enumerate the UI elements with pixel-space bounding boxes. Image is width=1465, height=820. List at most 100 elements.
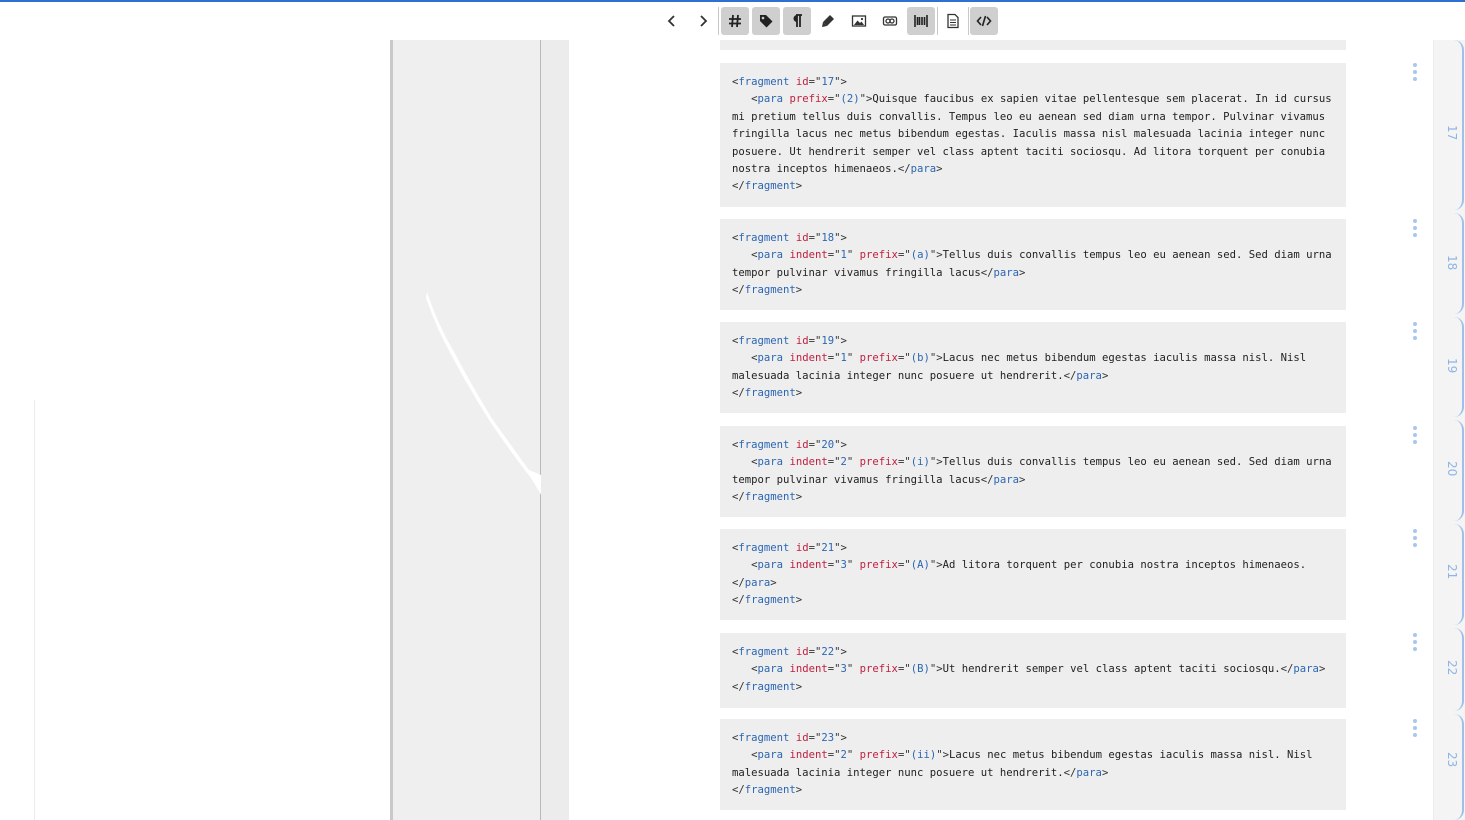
paragraph-text: Lacus nec metus bibendum egestas iaculis… [942, 352, 1307, 365]
bracket: =" [827, 456, 841, 469]
menu-dot [1413, 536, 1417, 540]
toolbar-separator [937, 7, 938, 35]
bracket: > [795, 680, 803, 693]
bracket: =" [808, 732, 822, 744]
image-button[interactable] [845, 7, 873, 35]
gutter-number: 19 [1445, 358, 1459, 374]
kebab-menu-icon[interactable] [1411, 322, 1419, 340]
tag-button[interactable] [752, 7, 780, 35]
fragment-block[interactable]: <fragment id="20"> <para indent="2" pref… [720, 426, 1346, 517]
bracket: " [846, 559, 854, 572]
document-button[interactable] [939, 7, 967, 35]
tag-name: para [1076, 369, 1102, 382]
pilcrow-icon [793, 14, 802, 27]
paragraph-text: malesuada lacinia integer nunc posuere u… [732, 766, 1064, 779]
fragment-id: 21 [821, 542, 835, 554]
barcode-button[interactable] [907, 7, 935, 35]
fragment-block[interactable]: <fragment id="17"> <para prefix="(2)">Qu… [720, 63, 1346, 207]
attribute-name: prefix [859, 749, 898, 762]
kebab-menu-icon[interactable] [1411, 719, 1419, 737]
bracket: > [770, 576, 777, 589]
annotation-stroke [426, 292, 541, 495]
tag-icon [760, 15, 773, 28]
attribute-name: indent [789, 749, 828, 762]
tag-name: fragment [744, 680, 796, 693]
bracket: =" [897, 249, 911, 262]
code-view-button[interactable] [970, 7, 998, 35]
paragraph-text: Quisque faucibus ex sapien vitae pellent… [872, 93, 1332, 106]
toolbar [0, 2, 1465, 40]
kebab-menu-icon[interactable] [1411, 633, 1419, 651]
bracket: > [1318, 663, 1326, 676]
fragment-block[interactable]: <fragment id="18"> <para indent="1" pref… [720, 219, 1346, 310]
attribute-name: indent [789, 663, 828, 676]
next-button[interactable] [689, 7, 717, 35]
paragraph-text: Lacus nec metus bibendum egestas iaculis… [948, 749, 1313, 762]
fragment-block[interactable]: <fragment id="19"> <para indent="1" pref… [720, 322, 1346, 413]
bracket: "> [834, 335, 847, 347]
menu-dot [1413, 77, 1417, 81]
bracket: "> [834, 232, 847, 244]
kebab-menu-icon[interactable] [1411, 219, 1419, 237]
tag-name: para [1076, 766, 1102, 779]
bracket: "> [834, 646, 847, 658]
fragment-id: 18 [821, 232, 835, 244]
bracket: </ [732, 491, 745, 504]
tag-name: fragment [738, 646, 790, 658]
bracket: =" [897, 456, 911, 469]
fragment-block[interactable]: <fragment id="21"> <para indent="3" pref… [720, 529, 1346, 620]
attribute-name: prefix [859, 249, 898, 262]
prefix-value: (a) [910, 249, 930, 262]
fragment-id: 20 [821, 439, 835, 451]
bracket: " [846, 749, 854, 762]
fragment-id: 23 [821, 732, 835, 744]
bracket: "> [834, 439, 847, 451]
attribute-name: id [795, 732, 809, 744]
bracket: </ [732, 387, 745, 400]
prev-button[interactable] [658, 7, 686, 35]
attribute-name: id [795, 232, 809, 244]
fragment-block[interactable]: <fragment id="23"> <para indent="2" pref… [720, 719, 1346, 810]
bracket: </ [1063, 766, 1077, 779]
menu-dot [1413, 233, 1417, 237]
bracket: =" [808, 542, 822, 554]
bracket: "> [834, 542, 847, 554]
bracket: " [846, 249, 854, 262]
menu-dot [1413, 226, 1417, 230]
gutter-number: 21 [1445, 564, 1459, 580]
bracket: =" [808, 335, 822, 347]
kebab-menu-icon[interactable] [1411, 529, 1419, 547]
kebab-menu-icon[interactable] [1411, 63, 1419, 81]
toolbar-separator [718, 7, 719, 35]
prefix-value: (b) [910, 352, 930, 365]
bracket: </ [732, 784, 745, 797]
pilcrow-button[interactable] [783, 7, 811, 35]
link-button[interactable] [876, 7, 904, 35]
bracket: =" [827, 352, 841, 365]
hash-button[interactable] [721, 7, 749, 35]
tag-name: fragment [738, 335, 790, 347]
attribute-name: indent [789, 352, 828, 365]
menu-dot [1413, 633, 1417, 637]
attribute-name: id [795, 76, 809, 88]
bracket: "> [859, 93, 873, 106]
bracket: > [795, 491, 803, 504]
tag-name: para [993, 266, 1020, 279]
marker-button[interactable] [814, 7, 842, 35]
page-thumbnail-panel [390, 40, 541, 820]
menu-dot [1413, 70, 1417, 74]
menu-dot [1413, 647, 1417, 651]
document-icon [947, 13, 959, 29]
attribute-name: id [795, 439, 809, 451]
menu-dot [1413, 426, 1417, 430]
kebab-menu-icon[interactable] [1411, 426, 1419, 444]
fragment-block[interactable]: <fragment id="22"> <para indent="3" pref… [720, 633, 1346, 708]
code-editor[interactable]: <fragment id="17"> <para prefix="(2)">Qu… [569, 40, 1433, 820]
bracket: </ [1280, 663, 1294, 676]
bracket: > [1101, 369, 1109, 382]
code-icon [976, 15, 992, 27]
bracket: " [846, 456, 854, 469]
bracket: " [846, 352, 854, 365]
tag-name: fragment [738, 542, 790, 554]
bracket: > [795, 284, 803, 297]
